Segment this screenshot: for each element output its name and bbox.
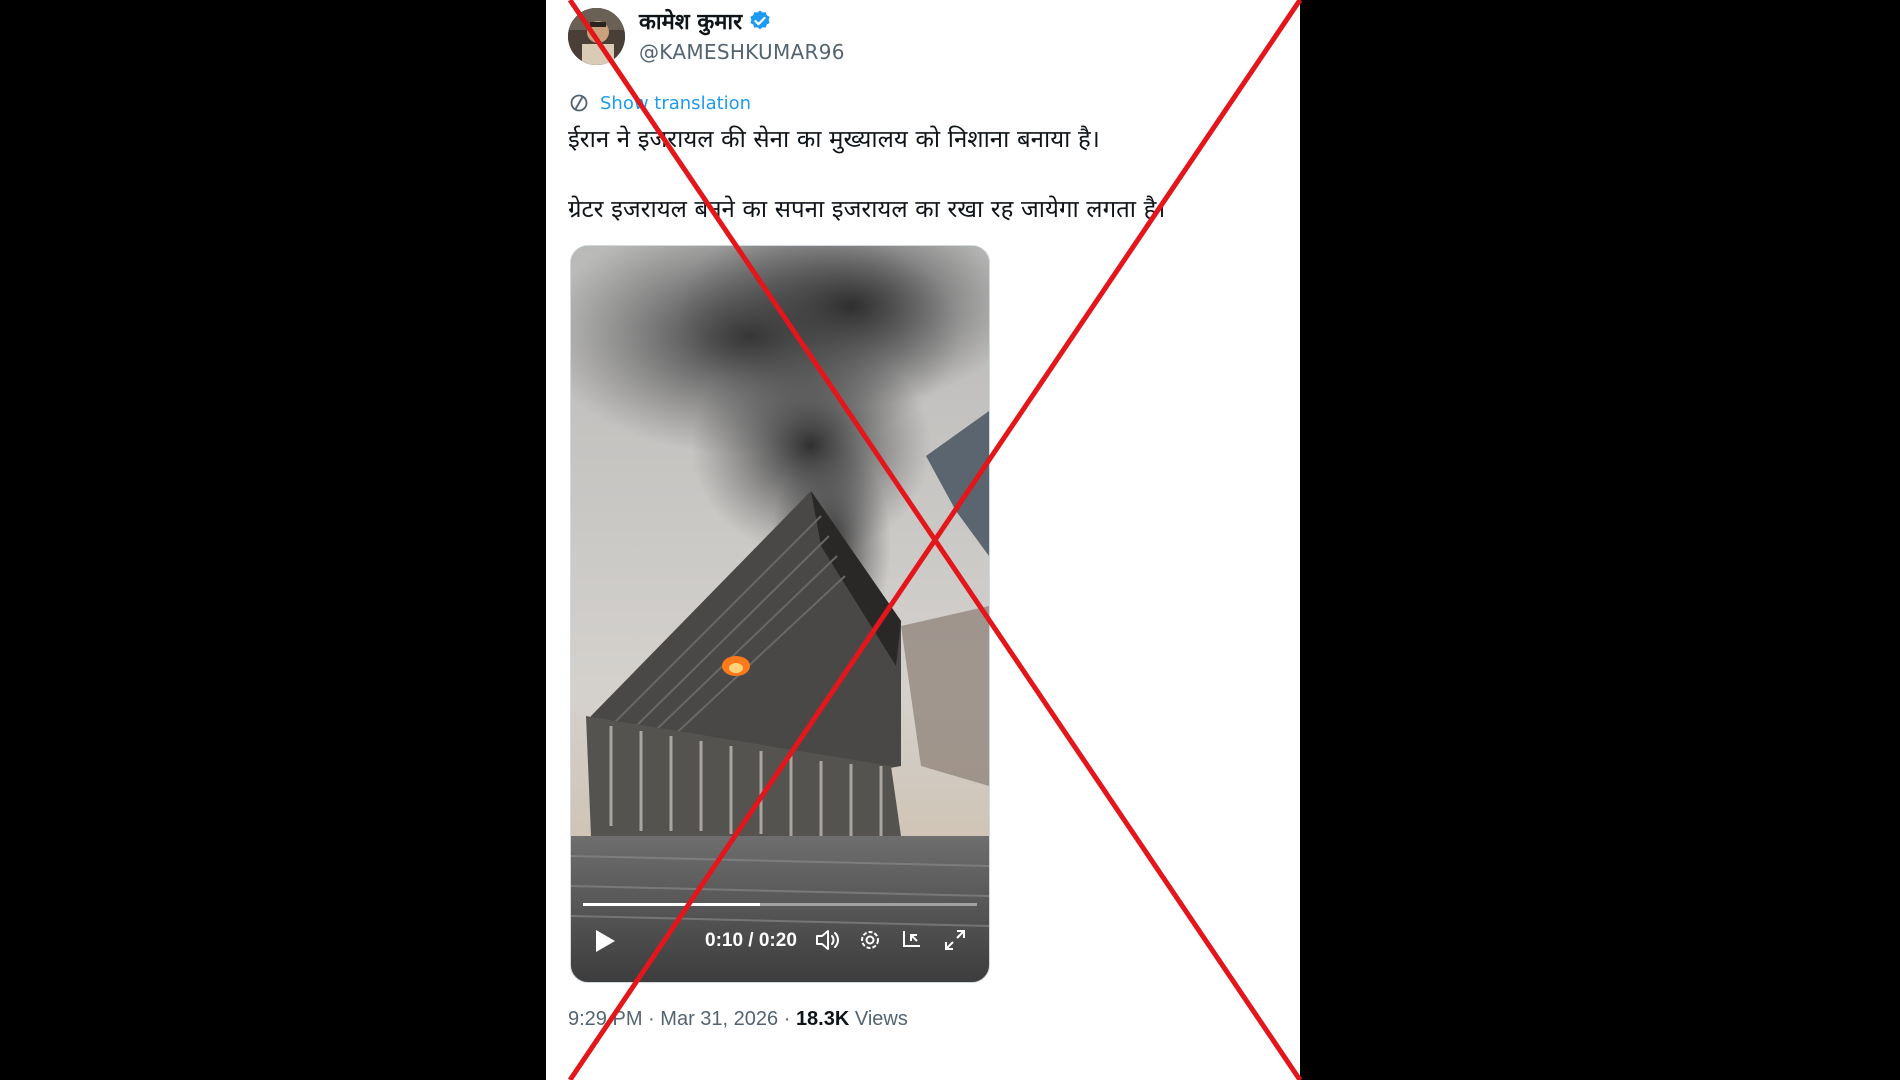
show-translation-label[interactable]: Show translation bbox=[600, 93, 751, 114]
tweet-date[interactable]: Mar 31, 2026 bbox=[660, 1008, 778, 1030]
volume-icon[interactable] bbox=[813, 926, 841, 954]
tweet-time[interactable]: 9:29 PM bbox=[568, 1008, 642, 1030]
play-icon[interactable] bbox=[589, 926, 619, 956]
tweet-meta: 9:29 PM · Mar 31, 2026 · 18.3K Views bbox=[568, 1008, 908, 1031]
translate-icon bbox=[570, 94, 588, 112]
tweet-text-line-1: ईरान ने इजरायल की सेना का मुख्यालय को नि… bbox=[568, 125, 1100, 153]
show-translation-link[interactable]: Show translation bbox=[568, 92, 751, 114]
video-frame-image bbox=[571, 246, 989, 982]
views-label: Views bbox=[854, 1008, 908, 1030]
tweet-text-line-2: ग्रेटर इजरायल बनने का सपना इजरायल का रखा… bbox=[568, 195, 1166, 223]
meta-separator: · bbox=[648, 1008, 655, 1030]
video-time: 0:10 / 0:20 bbox=[705, 930, 797, 951]
display-name-text[interactable]: कामेश कुमार bbox=[639, 6, 742, 36]
video-player[interactable]: 0:10 / 0:20 bbox=[570, 245, 990, 983]
verified-badge-icon bbox=[750, 10, 770, 30]
user-handle[interactable]: @KAMESHKUMAR96 bbox=[639, 40, 845, 64]
pip-icon[interactable] bbox=[898, 926, 926, 954]
meta-separator: · bbox=[783, 1008, 791, 1030]
fullscreen-icon[interactable] bbox=[941, 926, 969, 954]
avatar[interactable] bbox=[568, 8, 625, 65]
tweet-card: कामेश कुमार @KAMESHKUMAR96 Show translat… bbox=[546, 0, 1300, 1080]
settings-icon[interactable] bbox=[856, 926, 884, 954]
display-name[interactable]: कामेश कुमार bbox=[639, 6, 772, 36]
video-controls: 0:10 / 0:20 bbox=[571, 904, 989, 982]
views-count: 18.3K bbox=[795, 1008, 850, 1030]
